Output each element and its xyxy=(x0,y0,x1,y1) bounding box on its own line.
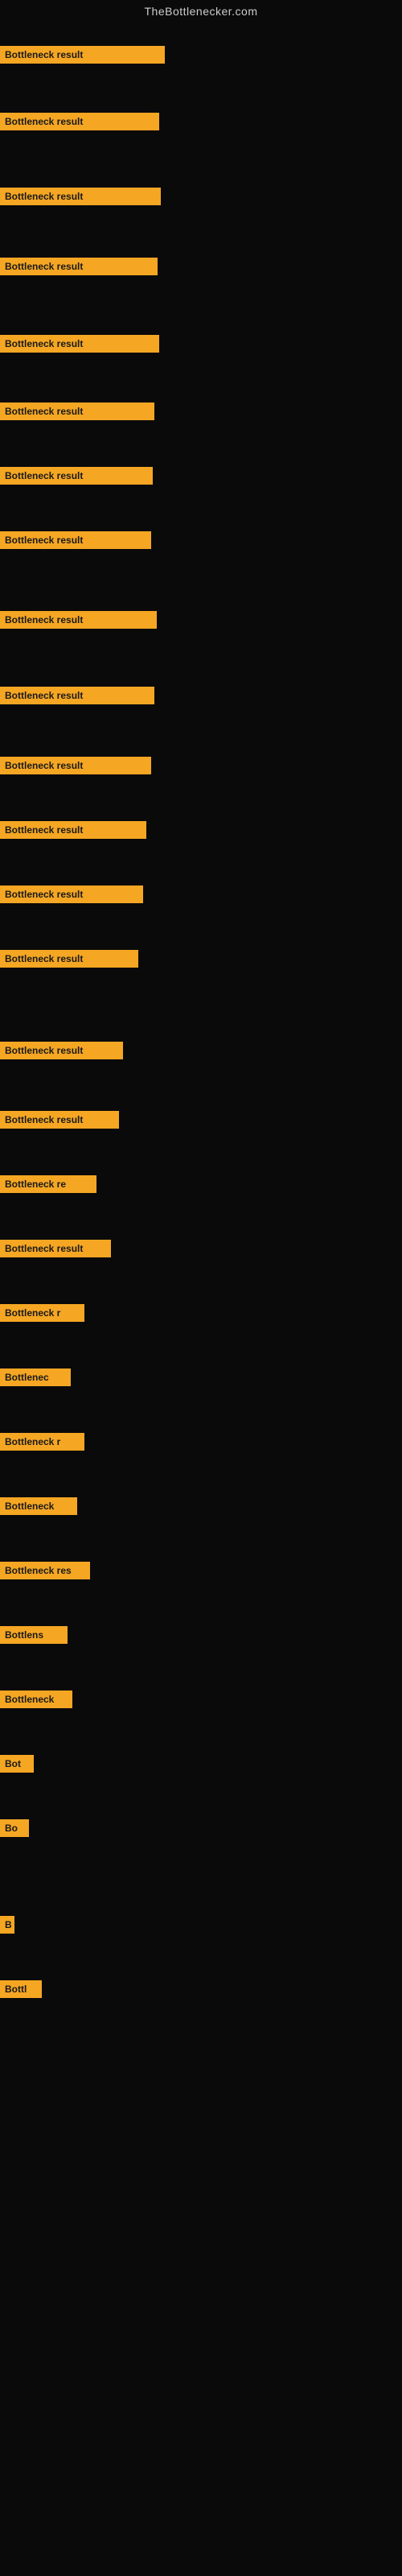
bottleneck-result-item[interactable]: Bottleneck xyxy=(0,1497,77,1515)
bottleneck-result-item[interactable]: Bottleneck result xyxy=(0,188,161,205)
bottleneck-result-item[interactable]: Bottleneck result xyxy=(0,258,158,275)
bottleneck-result-item[interactable]: Bottleneck result xyxy=(0,1240,111,1257)
bottleneck-result-item[interactable]: Bottleneck result xyxy=(0,821,146,839)
bottleneck-result-item[interactable]: Bottleneck result xyxy=(0,611,157,629)
bottleneck-result-item[interactable]: Bottleneck result xyxy=(0,335,159,353)
bottleneck-result-item[interactable]: Bottleneck result xyxy=(0,113,159,130)
bottleneck-result-item[interactable]: Bottleneck r xyxy=(0,1433,84,1451)
bottleneck-result-item[interactable]: Bottleneck result xyxy=(0,1111,119,1129)
bottleneck-result-item[interactable]: Bottleneck result xyxy=(0,46,165,64)
bottleneck-result-item[interactable]: Bottleneck result xyxy=(0,757,151,774)
bottleneck-result-item[interactable]: Bottleneck xyxy=(0,1690,72,1708)
bottleneck-result-item[interactable]: Bottleneck result xyxy=(0,531,151,549)
bottleneck-result-item[interactable]: B xyxy=(0,1916,14,1934)
bottleneck-result-item[interactable]: Bottleneck r xyxy=(0,1304,84,1322)
bottleneck-result-item[interactable]: Bot xyxy=(0,1755,34,1773)
bottleneck-result-item[interactable]: Bottleneck result xyxy=(0,687,154,704)
bottleneck-result-item[interactable]: Bottleneck re xyxy=(0,1175,96,1193)
bottleneck-result-item[interactable]: Bottlenec xyxy=(0,1368,71,1386)
bottleneck-result-item[interactable]: Bottleneck result xyxy=(0,950,138,968)
bottleneck-result-item[interactable]: Bottleneck res xyxy=(0,1562,90,1579)
bottleneck-result-item[interactable]: Bottl xyxy=(0,1980,42,1998)
bottleneck-result-item[interactable]: Bottleneck result xyxy=(0,402,154,420)
bottleneck-result-item[interactable]: Bottleneck result xyxy=(0,886,143,903)
bottleneck-result-item[interactable]: Bottlens xyxy=(0,1626,68,1644)
bottleneck-result-item[interactable]: Bottleneck result xyxy=(0,467,153,485)
site-title: TheBottlenecker.com xyxy=(0,0,402,23)
bottleneck-result-item[interactable]: Bo xyxy=(0,1819,29,1837)
bottleneck-result-item[interactable]: Bottleneck result xyxy=(0,1042,123,1059)
